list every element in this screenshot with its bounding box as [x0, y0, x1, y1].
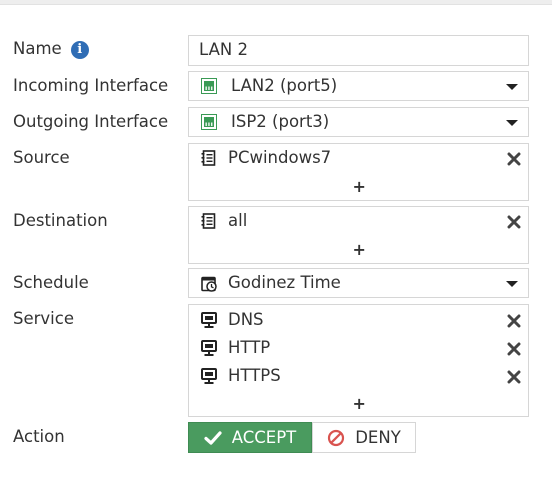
source-label: Source — [13, 148, 70, 167]
destination-field[interactable]: all + — [188, 206, 529, 264]
service-field[interactable]: DNS HTTP HTTPS + — [188, 304, 529, 417]
service-icon — [201, 340, 217, 356]
remove-icon[interactable] — [506, 313, 522, 329]
address-object-icon — [201, 150, 216, 166]
outgoing-interface-label: Outgoing Interface — [13, 112, 169, 131]
remove-icon[interactable] — [506, 151, 522, 167]
name-input[interactable]: LAN 2 — [188, 35, 529, 66]
network-port-icon — [201, 78, 217, 94]
schedule-value: Godinez Time — [228, 273, 341, 292]
incoming-interface-label: Incoming Interface — [13, 76, 169, 95]
service-icon — [201, 312, 217, 328]
name-input-value: LAN 2 — [199, 40, 248, 59]
network-port-icon — [201, 114, 217, 130]
name-label: Name i — [13, 39, 89, 59]
deny-button[interactable]: DENY — [312, 422, 416, 453]
outgoing-interface-value: ISP2 (port3) — [231, 112, 330, 131]
schedule-select[interactable]: Godinez Time — [188, 268, 529, 298]
address-object-icon — [201, 213, 216, 229]
source-entry: PCwindows7 — [228, 148, 332, 167]
chevron-down-icon — [506, 84, 518, 90]
remove-icon[interactable] — [506, 369, 522, 385]
incoming-interface-select[interactable]: LAN2 (port5) — [188, 71, 529, 101]
service-label: Service — [13, 309, 74, 328]
name-label-text: Name — [13, 39, 62, 58]
checkmark-icon — [204, 430, 222, 445]
deny-button-label: DENY — [355, 428, 401, 447]
source-field[interactable]: PCwindows7 + — [188, 143, 529, 201]
schedule-label: Schedule — [13, 273, 89, 292]
accept-button-label: ACCEPT — [231, 428, 297, 447]
remove-icon[interactable] — [506, 214, 522, 230]
schedule-icon — [201, 276, 217, 292]
remove-icon[interactable] — [506, 341, 522, 357]
deny-icon — [328, 429, 345, 446]
service-entry: HTTPS — [228, 366, 281, 385]
service-entry: DNS — [228, 310, 264, 329]
incoming-interface-value: LAN2 (port5) — [231, 76, 338, 95]
destination-entry: all — [228, 211, 248, 230]
accept-button[interactable]: ACCEPT — [188, 422, 312, 453]
outgoing-interface-select[interactable]: ISP2 (port3) — [188, 107, 529, 137]
service-icon — [201, 368, 217, 384]
chevron-down-icon — [506, 120, 518, 126]
add-source-button[interactable]: + — [353, 179, 366, 195]
top-divider — [0, 0, 552, 5]
service-entry: HTTP — [228, 338, 271, 357]
info-icon[interactable]: i — [70, 41, 89, 59]
destination-label: Destination — [13, 211, 108, 230]
action-label: Action — [13, 427, 65, 446]
chevron-down-icon — [506, 281, 518, 287]
add-service-button[interactable]: + — [353, 396, 366, 412]
add-destination-button[interactable]: + — [353, 242, 366, 258]
